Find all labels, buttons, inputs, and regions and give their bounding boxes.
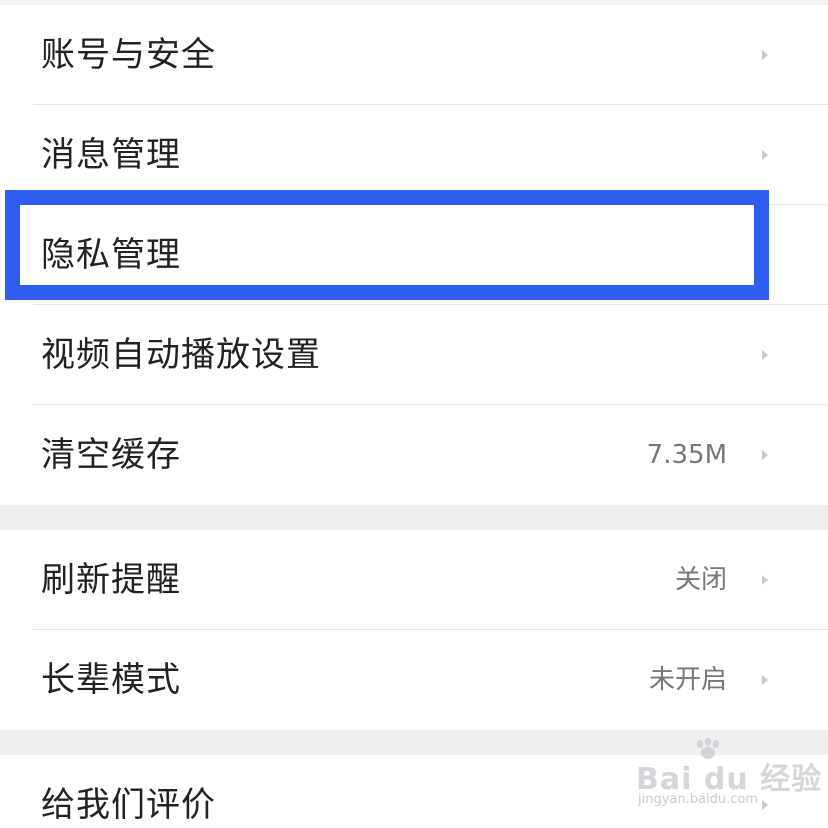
row-label: 长辈模式: [41, 660, 181, 700]
row-label: 刷新提醒: [41, 560, 181, 600]
settings-row-rate-us[interactable]: 给我们评价: [0, 755, 828, 828]
settings-row-elder-mode[interactable]: 长辈模式 未开启: [0, 630, 828, 730]
row-label: 给我们评价: [41, 785, 216, 825]
row-label: 视频自动播放设置: [41, 335, 321, 375]
chevron-right-icon: [762, 675, 768, 685]
row-label: 消息管理: [41, 135, 181, 175]
chevron-right-icon: [762, 450, 768, 460]
settings-row-clear-cache[interactable]: 清空缓存 7.35M: [0, 405, 828, 505]
cache-size-value: 7.35M: [646, 440, 727, 470]
chevron-right-icon: [762, 800, 768, 810]
settings-row-refresh-reminder[interactable]: 刷新提醒 关闭: [0, 530, 828, 630]
chevron-right-icon: [762, 575, 768, 585]
settings-row-message-management[interactable]: 消息管理: [0, 105, 828, 205]
chevron-right-icon: [762, 250, 768, 260]
settings-row-privacy-management[interactable]: 隐私管理: [0, 205, 828, 305]
settings-screen: 账号与安全 消息管理 隐私管理 视频自动播放设置 清空缓存 7.35M 刷新提醒…: [0, 0, 828, 828]
chevron-right-icon: [762, 50, 768, 60]
row-value: 关闭: [674, 565, 727, 595]
row-label: 清空缓存: [41, 435, 181, 475]
settings-row-account-security[interactable]: 账号与安全: [0, 5, 828, 105]
row-value: 未开启: [648, 665, 727, 695]
settings-row-video-autoplay[interactable]: 视频自动播放设置: [0, 305, 828, 405]
row-label: 账号与安全: [41, 35, 216, 75]
chevron-right-icon: [762, 350, 768, 360]
row-label: 隐私管理: [41, 235, 181, 275]
chevron-right-icon: [762, 150, 768, 160]
section-gap: [0, 730, 828, 755]
section-gap: [0, 505, 828, 530]
